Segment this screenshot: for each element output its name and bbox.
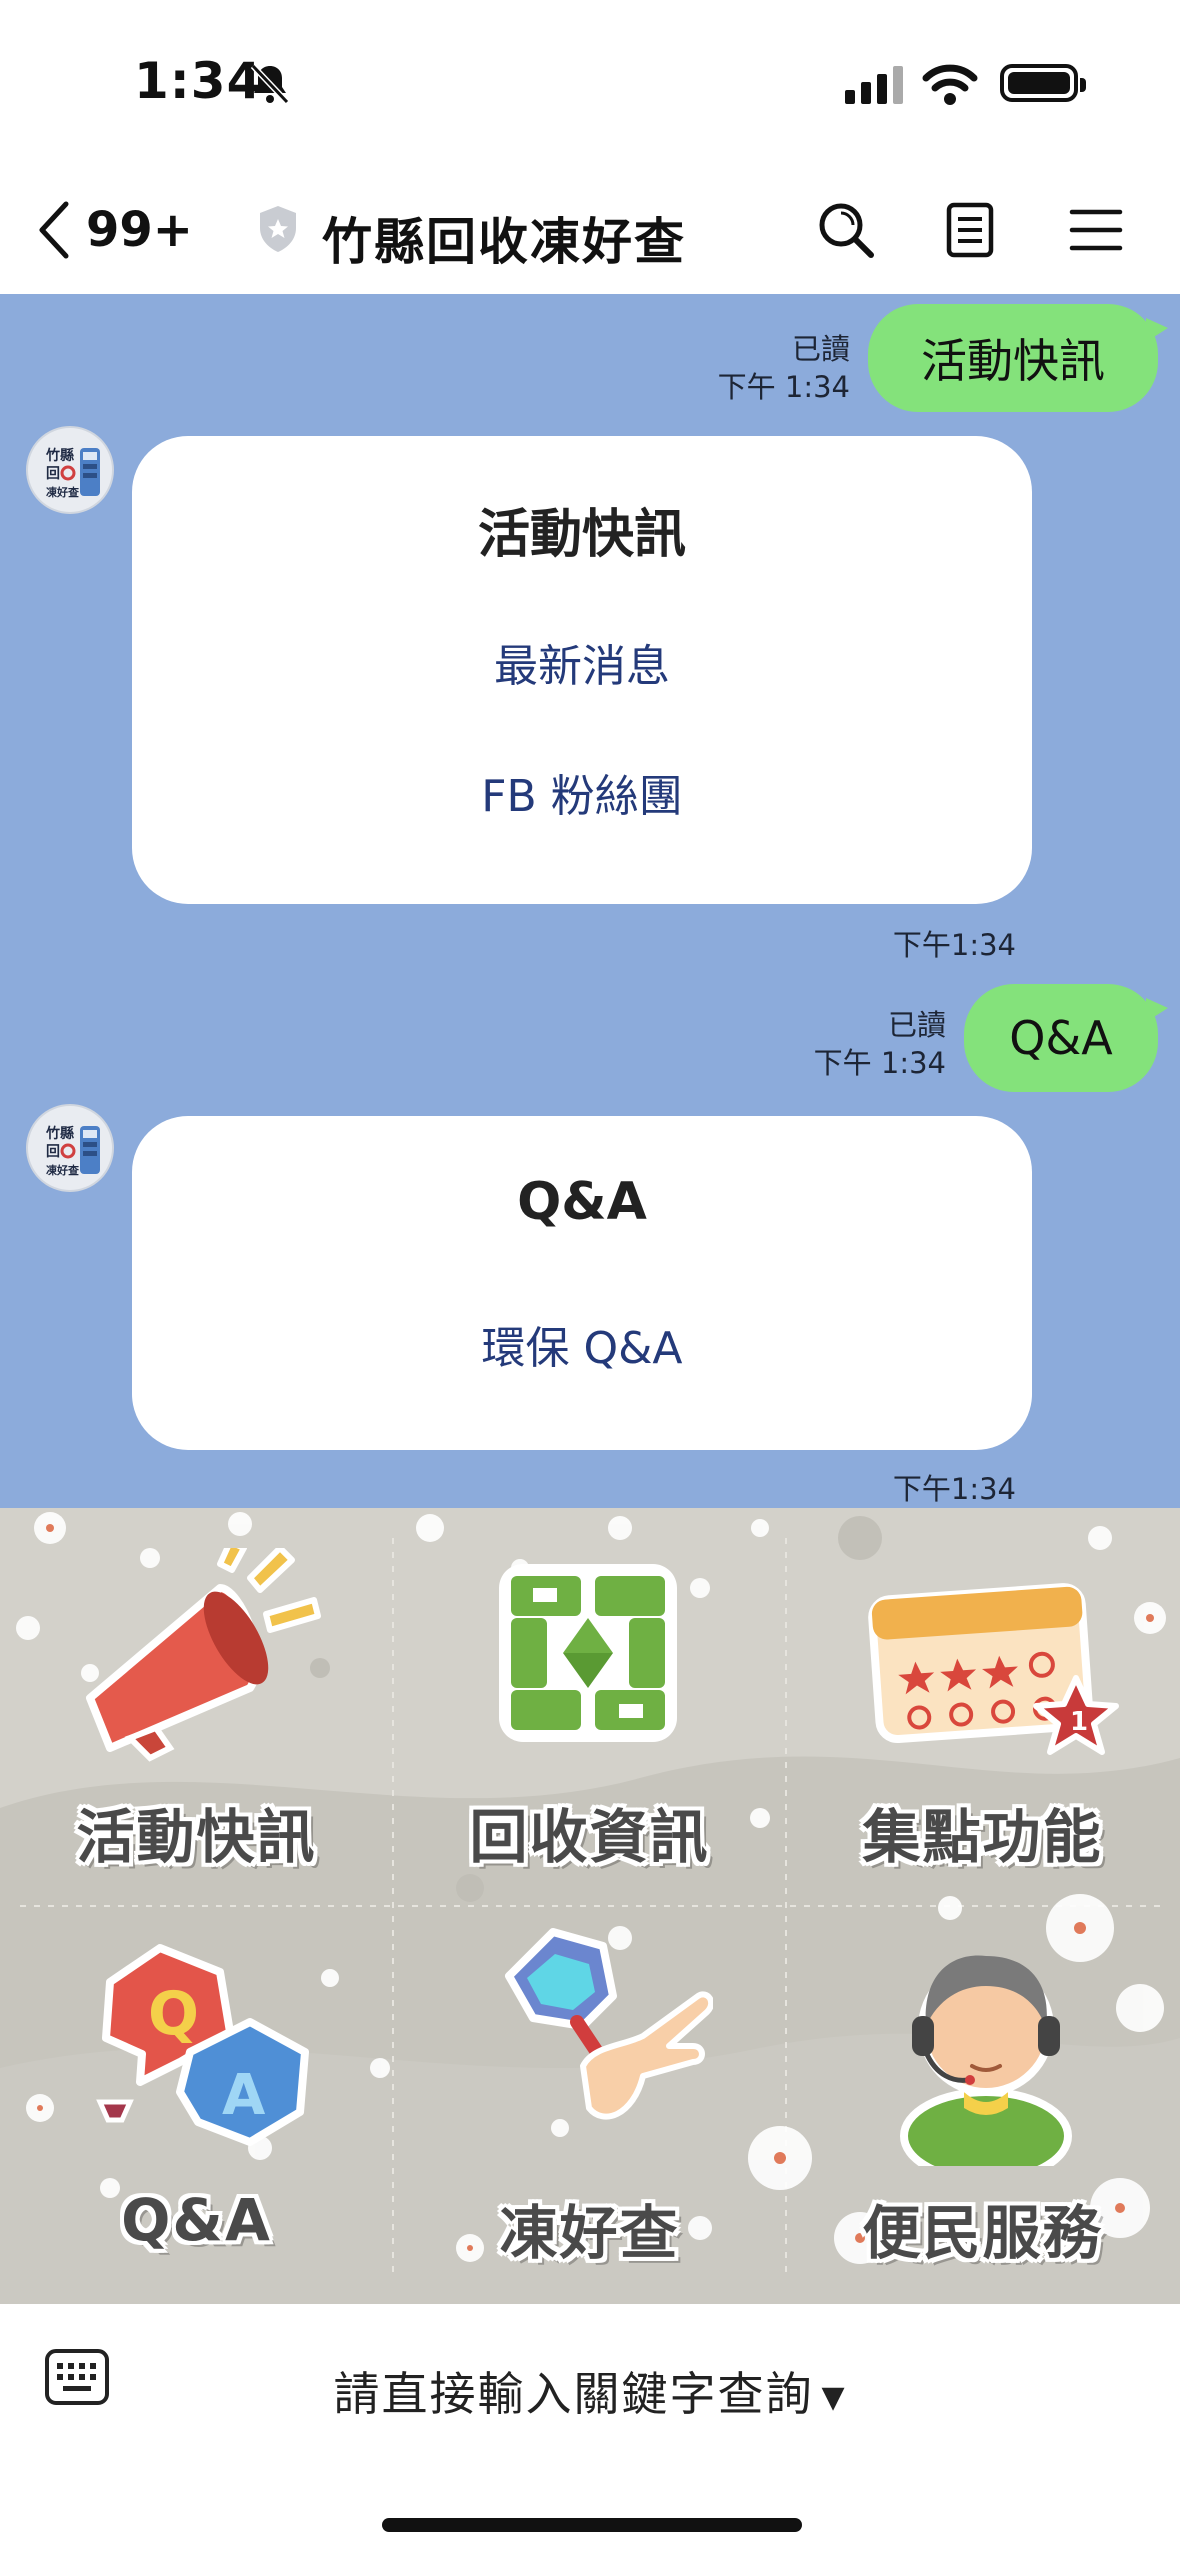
- notes-button[interactable]: [934, 194, 1006, 266]
- hamburger-menu-icon: [1069, 209, 1123, 251]
- svg-text:凍好查: 凍好查: [46, 485, 79, 499]
- search-icon: [819, 203, 874, 258]
- message-meta: 已讀 下午 1:34: [814, 1006, 946, 1082]
- search-hand-icon: [505, 1928, 713, 2120]
- outgoing-message[interactable]: Q&A: [964, 984, 1168, 1092]
- svg-text:竹縣: 竹縣: [45, 1125, 74, 1142]
- chevron-left-icon: [39, 201, 69, 259]
- outgoing-message[interactable]: 活動快訊: [868, 304, 1168, 412]
- rich-menu-points[interactable]: 1 集點功能: [786, 1508, 1179, 1906]
- stamp-card-icon: 1: [868, 1583, 1119, 1755]
- bot-avatar[interactable]: 竹縣 回 凍好查: [26, 1104, 114, 1192]
- message-time: 下午 1:34: [813, 1046, 946, 1080]
- bell-muted-icon: [250, 63, 290, 105]
- svg-text:Q: Q: [148, 1979, 199, 2049]
- qa-bubbles-icon: Q A: [96, 1944, 309, 2146]
- message-text: Q&A: [1009, 1011, 1113, 1065]
- shield-badge-icon: [260, 206, 296, 252]
- status-time: 1:34: [134, 52, 263, 110]
- status-bar: 1:34: [0, 0, 1180, 170]
- svg-text:凍好查: 凍好查: [46, 1163, 79, 1177]
- rich-menu-label: 便民服務: [862, 2199, 1103, 2267]
- note-icon: [946, 202, 994, 258]
- cellular-signal-icon: [845, 66, 903, 104]
- rich-menu-label: Q&A: [121, 2186, 272, 2254]
- chat-area[interactable]: 已讀 下午 1:34 活動快訊 竹縣 回 凍好查 活動快訊 最新消息 FB 粉絲…: [0, 294, 1180, 1508]
- card-link-eco-qa[interactable]: 環保 Q&A: [132, 1312, 1032, 1376]
- menu-button[interactable]: [1060, 194, 1132, 266]
- svg-text:回: 回: [46, 1144, 60, 1160]
- message-time: 下午 1:34: [717, 370, 850, 404]
- search-button[interactable]: [810, 194, 882, 266]
- svg-text:1: 1: [1070, 1707, 1088, 1737]
- input-bar: 請直接輸入關鍵字查詢 ▼: [0, 2304, 1180, 2560]
- svg-text:A: A: [222, 2063, 266, 2128]
- rich-menu-label: 集點功能: [862, 1803, 1103, 1871]
- rich-menu-activity-news[interactable]: 活動快訊: [0, 1508, 393, 1906]
- back-button[interactable]: 99+: [36, 200, 193, 260]
- read-receipt: 已讀: [791, 332, 850, 366]
- customer-service-icon: [900, 1955, 1072, 2166]
- rich-menu-label: 回收資訊: [469, 1803, 710, 1871]
- unread-count: 99+: [86, 202, 194, 258]
- bot-logo-icon: 竹縣 回 凍好查: [44, 444, 100, 500]
- recycle-icon: [499, 1564, 677, 1742]
- message-time: 下午1:34: [892, 1472, 1016, 1506]
- svg-text:竹縣: 竹縣: [45, 447, 74, 464]
- rich-menu: 活動快訊 回收資訊 1 集點功能 Q A Q&A 凍好查 便民服務: [0, 1508, 1180, 2304]
- battery-icon: [1000, 64, 1086, 102]
- rich-menu-qa[interactable]: Q A Q&A: [0, 1906, 393, 2304]
- bot-logo-icon: 竹縣 回 凍好查: [44, 1122, 100, 1178]
- rich-menu-recycling-info[interactable]: 回收資訊: [393, 1508, 786, 1906]
- card-title: 活動快訊: [477, 505, 686, 565]
- bot-avatar[interactable]: 竹縣 回 凍好查: [26, 426, 114, 514]
- message-text: 活動快訊: [921, 334, 1105, 388]
- svg-text:回: 回: [46, 466, 60, 482]
- rich-menu-toggle[interactable]: 請直接輸入關鍵字查詢 ▼: [0, 2358, 1180, 2424]
- message-card: Q&A 環保 Q&A: [132, 1116, 1032, 1450]
- caret-down-icon: ▼: [821, 2380, 847, 2415]
- rich-menu-toggle-label: 請直接輸入關鍵字查詢: [333, 2367, 814, 2421]
- message-card: 活動快訊 最新消息 FB 粉絲團: [132, 436, 1032, 904]
- megaphone-icon: [86, 1548, 321, 1762]
- rich-menu-label: 凍好查: [499, 2199, 680, 2267]
- card-link-fb-fan-page[interactable]: FB 粉絲團: [132, 760, 1032, 824]
- message-time: 下午1:34: [892, 928, 1016, 962]
- chat-title: 竹縣回收凍好查: [322, 213, 686, 271]
- wifi-icon: [922, 64, 978, 105]
- home-indicator: [382, 2518, 802, 2532]
- card-link-latest-news[interactable]: 最新消息: [132, 630, 1032, 694]
- read-receipt: 已讀: [887, 1008, 946, 1042]
- card-title: Q&A: [517, 1172, 647, 1232]
- message-meta: 已讀 下午 1:34: [718, 330, 850, 406]
- rich-menu-label: 活動快訊: [76, 1803, 317, 1871]
- rich-menu-services[interactable]: 便民服務: [786, 1906, 1179, 2304]
- rich-menu-search[interactable]: 凍好查: [393, 1906, 786, 2304]
- chat-header: 99+ 竹縣回收凍好查: [0, 170, 1180, 294]
